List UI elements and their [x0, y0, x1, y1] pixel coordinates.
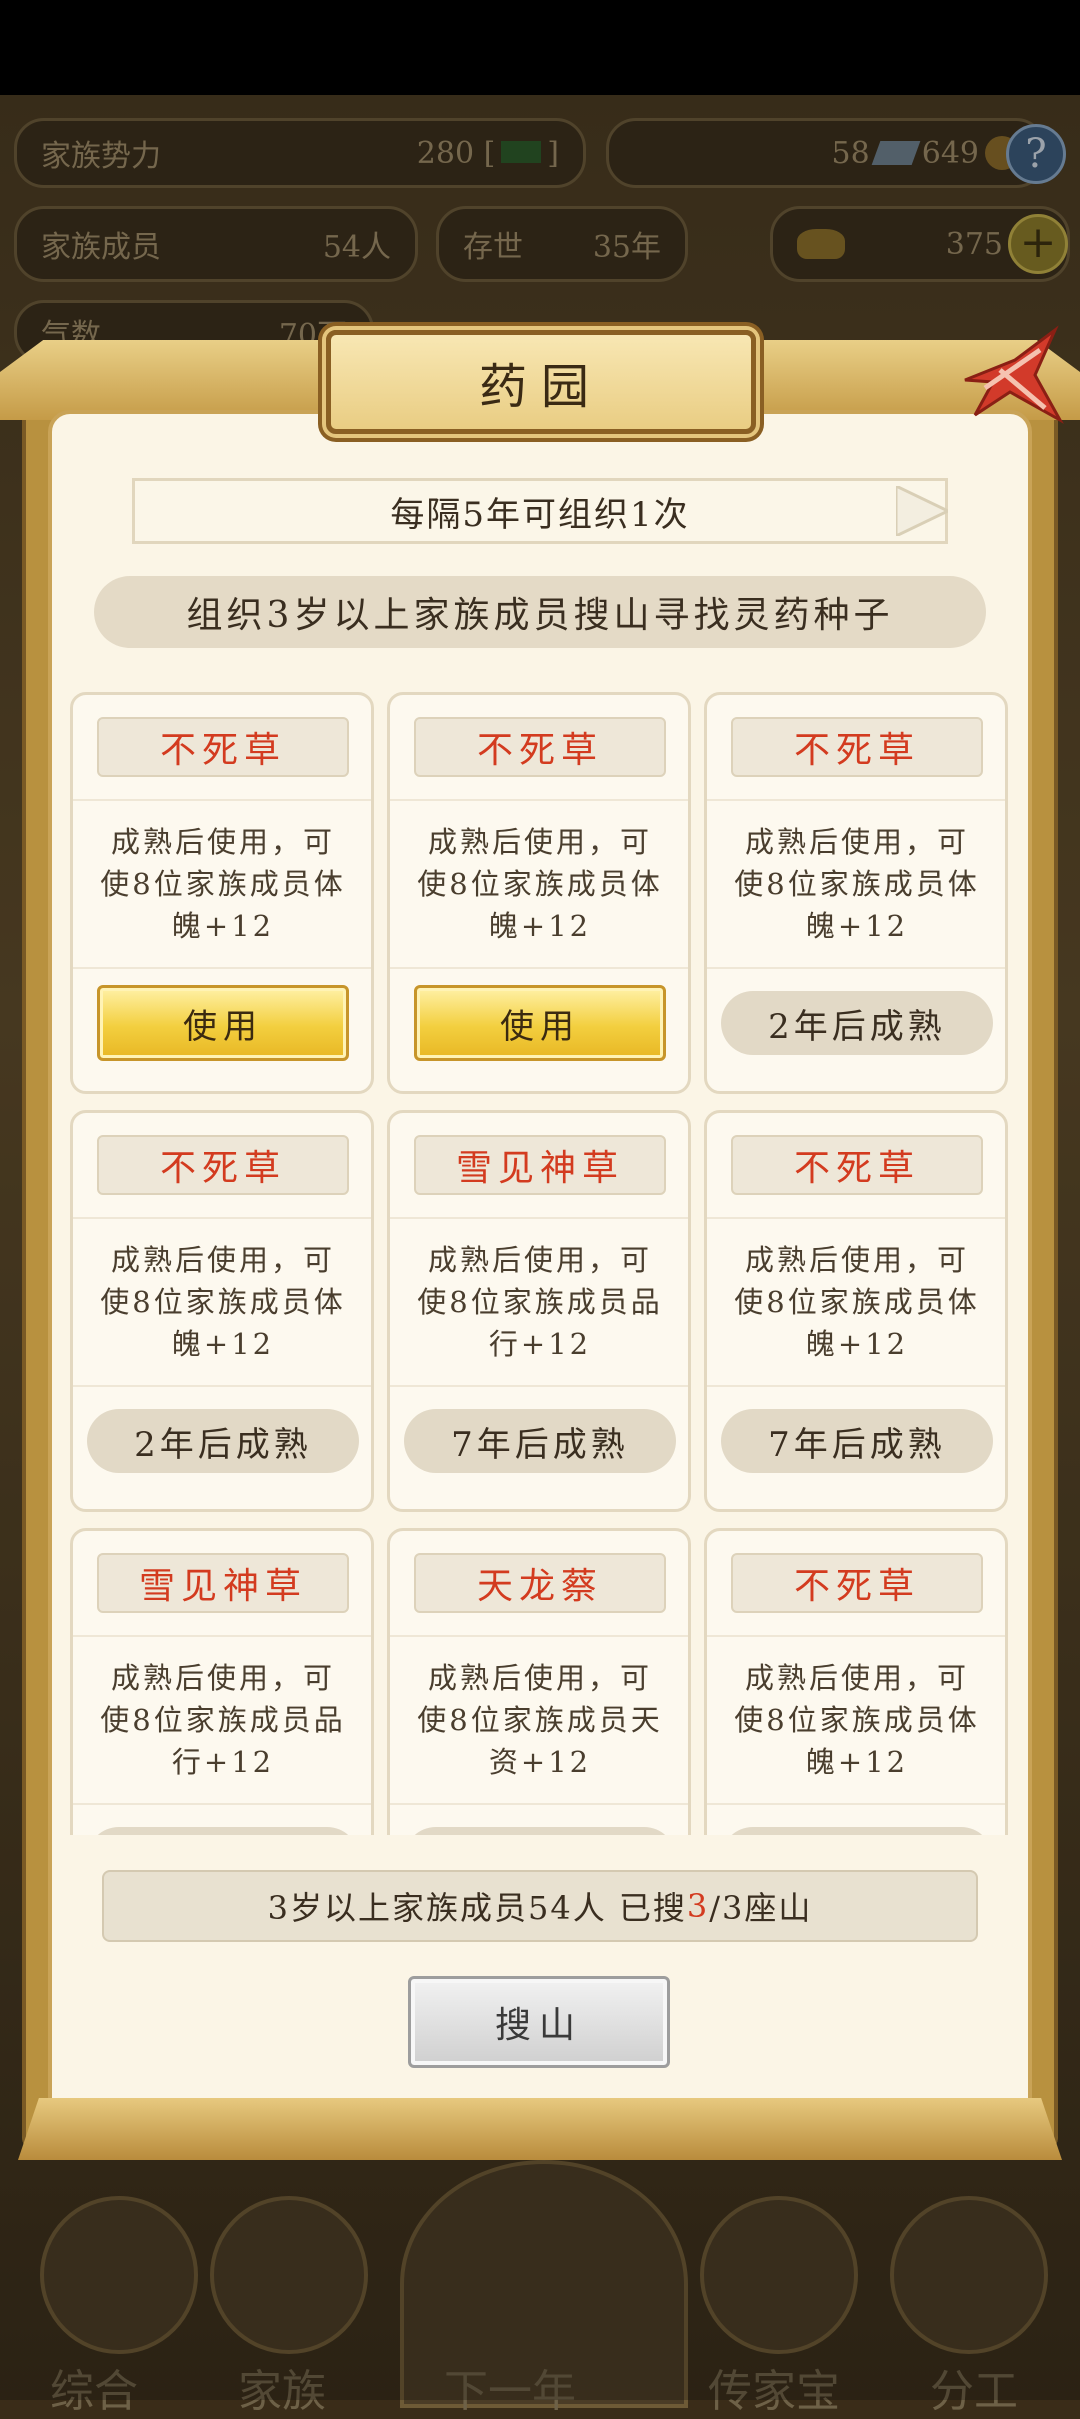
summary-prefix: 3岁以上家族成员54人 已搜	[267, 1889, 687, 1927]
herb-name: 不死草	[97, 717, 349, 777]
maturity-countdown	[404, 1827, 676, 1835]
card-divider	[73, 967, 371, 969]
maturity-countdown: 2年后成熟	[721, 991, 993, 1055]
banner-right-cap	[896, 486, 948, 536]
herb-card: 雪见神草 成熟后使用，可使8位家族成员品行+12	[70, 1528, 374, 1835]
card-divider	[707, 1635, 1005, 1637]
herb-description: 成熟后使用，可使8位家族成员天资+12	[417, 1661, 663, 1779]
card-divider	[390, 1803, 688, 1805]
herb-card: 雪见神草 成熟后使用，可使8位家族成员品行+12 7年后成熟	[387, 1110, 691, 1512]
card-divider	[390, 1635, 688, 1637]
herb-name: 不死草	[731, 1553, 983, 1613]
herb-card: 不死草 成熟后使用，可使8位家族成员体魄+12 2年后成熟	[70, 1110, 374, 1512]
card-divider	[73, 1635, 371, 1637]
herb-card: 不死草 成熟后使用，可使8位家族成员体魄+12	[704, 1528, 1008, 1835]
use-button[interactable]: 使用	[97, 985, 349, 1061]
herb-name: 天龙蔡	[414, 1553, 666, 1613]
maturity-countdown: 2年后成熟	[87, 1409, 359, 1473]
card-divider	[707, 1385, 1005, 1387]
card-divider	[73, 1803, 371, 1805]
herb-card: 不死草 成熟后使用，可使8位家族成员体魄+12 使用	[387, 692, 691, 1094]
herb-name: 雪见神草	[414, 1135, 666, 1195]
herb-card: 不死草 成熟后使用，可使8位家族成员体魄+12 2年后成熟	[704, 692, 1008, 1094]
card-divider	[390, 1217, 688, 1219]
close-icon[interactable]	[955, 320, 1065, 430]
card-divider	[73, 1385, 371, 1387]
herb-card: 不死草 成熟后使用，可使8位家族成员体魄+12 7年后成熟	[704, 1110, 1008, 1512]
herb-grid[interactable]: 不死草 成熟后使用，可使8位家族成员体魄+12 使用 不死草 成熟后使用，可使8…	[60, 680, 1020, 1835]
cooldown-banner: 每隔5年可组织1次	[132, 478, 948, 544]
card-divider	[707, 1217, 1005, 1219]
card-divider	[390, 799, 688, 801]
herb-description: 成熟后使用，可使8位家族成员体魄+12	[100, 825, 346, 943]
maturity-countdown: 7年后成熟	[721, 1409, 993, 1473]
search-mountain-button[interactable]: 搜山	[408, 1976, 670, 2068]
status-bar	[0, 0, 1080, 95]
maturity-countdown	[87, 1827, 359, 1835]
summary-suffix: /3座山	[709, 1889, 813, 1927]
dialog-title: 药园	[478, 359, 603, 415]
card-divider	[73, 1217, 371, 1219]
herb-name: 不死草	[731, 717, 983, 777]
herb-description: 成熟后使用，可使8位家族成员体魄+12	[100, 1243, 346, 1361]
maturity-countdown: 7年后成熟	[404, 1409, 676, 1473]
herb-description: 成熟后使用，可使8位家族成员体魄+12	[734, 825, 980, 943]
maturity-countdown	[721, 1827, 993, 1835]
search-progress-summary: 3岁以上家族成员54人 已搜 3/3座山	[102, 1870, 978, 1942]
herb-name: 不死草	[731, 1135, 983, 1195]
herb-name: 不死草	[97, 1135, 349, 1195]
herb-description: 成熟后使用，可使8位家族成员体魄+12	[734, 1243, 980, 1361]
herb-description: 成熟后使用，可使8位家族成员品行+12	[100, 1661, 346, 1779]
card-divider	[73, 799, 371, 801]
card-divider	[390, 1385, 688, 1387]
herb-description: 成熟后使用，可使8位家族成员品行+12	[417, 1243, 663, 1361]
herb-card: 天龙蔡 成熟后使用，可使8位家族成员天资+12	[387, 1528, 691, 1835]
dialog-frame-bottom	[18, 2098, 1062, 2160]
card-divider	[390, 967, 688, 969]
herb-description: 成熟后使用，可使8位家族成员体魄+12	[417, 825, 663, 943]
herb-description: 成熟后使用，可使8位家族成员体魄+12	[734, 1661, 980, 1779]
use-button[interactable]: 使用	[414, 985, 666, 1061]
herb-name: 雪见神草	[97, 1553, 349, 1613]
herb-name: 不死草	[414, 717, 666, 777]
card-divider	[707, 799, 1005, 801]
card-divider	[707, 1803, 1005, 1805]
garden-intro: 组织3岁以上家族成员搜山寻找灵药种子	[94, 576, 986, 648]
summary-searched-count: 3	[686, 1887, 710, 1925]
herb-card: 不死草 成熟后使用，可使8位家族成员体魄+12 使用	[70, 692, 374, 1094]
card-divider	[707, 967, 1005, 969]
dialog-title-plaque: 药园	[326, 330, 756, 434]
